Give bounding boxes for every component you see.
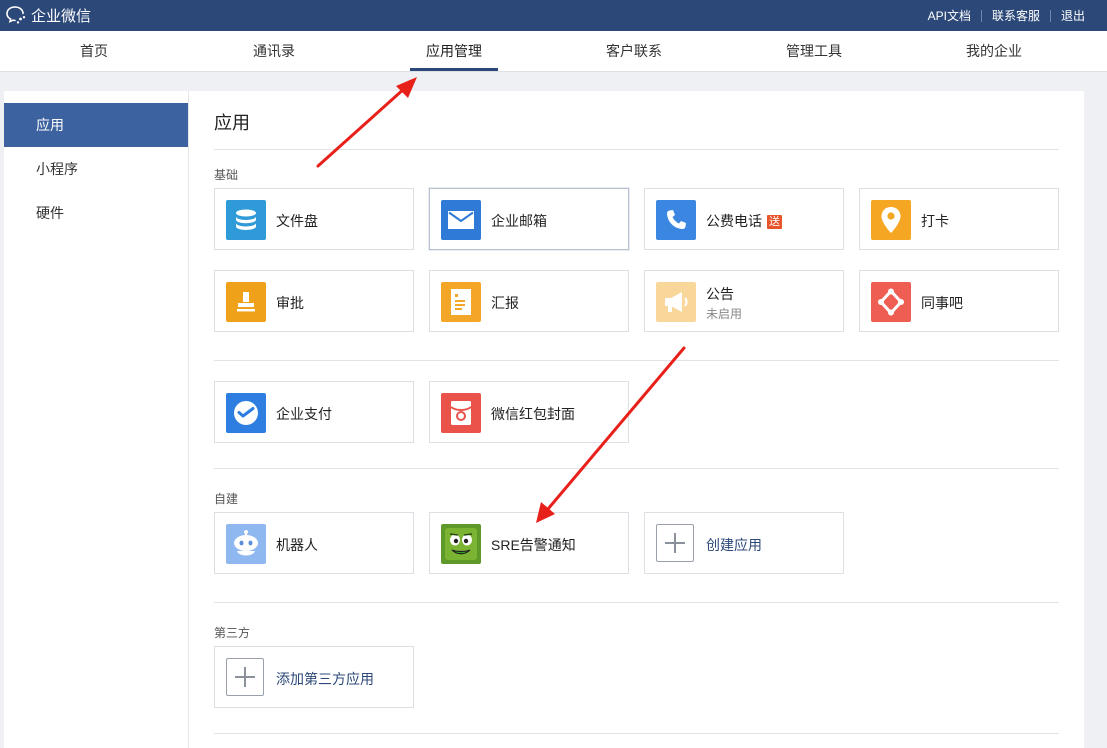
payment-icon bbox=[226, 393, 266, 433]
separator bbox=[1049, 9, 1051, 22]
app-card-sre-alert[interactable]: SRE告警通知 bbox=[429, 512, 629, 574]
app-status: 未启用 bbox=[706, 307, 743, 321]
robot-icon bbox=[226, 524, 266, 564]
create-app-button[interactable]: 创建应用 bbox=[644, 512, 844, 574]
plus-icon bbox=[656, 524, 694, 562]
app-card-robot[interactable]: 机器人 bbox=[214, 512, 414, 574]
app-card-file-drive[interactable]: 文件盘 bbox=[214, 188, 414, 250]
divider bbox=[214, 468, 1059, 469]
nav-app-management-label: 应用管理 bbox=[426, 43, 482, 59]
add-third-party-app-button[interactable]: 添加第三方应用 bbox=[214, 646, 414, 708]
app-card-colleague-forum[interactable]: 同事吧 bbox=[859, 270, 1059, 332]
report-icon bbox=[441, 282, 481, 322]
app-name: 公告 bbox=[706, 286, 734, 302]
app-name: SRE告警通知 bbox=[491, 537, 576, 553]
logout-link[interactable]: 退出 bbox=[1061, 7, 1085, 24]
app-card-approval[interactable]: 审批 bbox=[214, 270, 414, 332]
section-label-custom: 自建 bbox=[214, 492, 239, 506]
app-name: 机器人 bbox=[276, 537, 318, 553]
sidebar-item-mini-programs[interactable]: 小程序 bbox=[4, 147, 188, 191]
gift-badge: 送 bbox=[767, 215, 782, 229]
nav-home[interactable]: 首页 bbox=[60, 31, 128, 71]
divider bbox=[214, 602, 1059, 603]
app-name: 同事吧 bbox=[921, 295, 963, 311]
nav-contacts[interactable]: 通讯录 bbox=[240, 31, 308, 71]
active-tab-indicator bbox=[410, 68, 498, 71]
app-name: 文件盘 bbox=[276, 213, 318, 229]
nav-my-company[interactable]: 我的企业 bbox=[950, 31, 1038, 71]
network-icon bbox=[871, 282, 911, 322]
plus-icon bbox=[226, 658, 264, 696]
app-card-announcement[interactable]: 公告 未启用 bbox=[644, 270, 844, 332]
nav-management-tools[interactable]: 管理工具 bbox=[770, 31, 858, 71]
app-card-enterprise-mail[interactable]: 企业邮箱 bbox=[429, 188, 629, 250]
app-card-report[interactable]: 汇报 bbox=[429, 270, 629, 332]
mail-icon bbox=[441, 200, 481, 240]
app-name: 审批 bbox=[276, 295, 304, 311]
contact-support-link[interactable]: 联系客服 bbox=[992, 7, 1040, 24]
brand[interactable]: 企业微信 bbox=[5, 5, 91, 25]
app-name-with-badge: 公费电话送 bbox=[706, 211, 782, 231]
location-pin-icon bbox=[871, 200, 911, 240]
page-title: 应用 bbox=[214, 113, 250, 133]
api-docs-link[interactable]: API文档 bbox=[928, 7, 971, 24]
app-name: 企业支付 bbox=[276, 406, 332, 422]
app-name: 微信红包封面 bbox=[491, 406, 575, 422]
top-bar: 企业微信 API文档 联系客服 退出 bbox=[0, 0, 1107, 31]
top-links: API文档 联系客服 退出 bbox=[928, 0, 1085, 31]
database-icon bbox=[226, 200, 266, 240]
divider bbox=[214, 360, 1059, 361]
megaphone-icon bbox=[656, 282, 696, 322]
app-card-enterprise-pay[interactable]: 企业支付 bbox=[214, 381, 414, 443]
green-monster-icon bbox=[441, 524, 481, 564]
app-card-public-phone[interactable]: 公费电话送 bbox=[644, 188, 844, 250]
nav-app-management[interactable]: 应用管理 bbox=[410, 31, 498, 71]
app-list-panel: 应用 基础 文件盘 企业邮箱 公费电话送 打卡 审批 汇报 公告 未启用 同事吧… bbox=[189, 91, 1084, 748]
divider bbox=[214, 733, 1059, 734]
app-card-red-packet-cover[interactable]: 微信红包封面 bbox=[429, 381, 629, 443]
phone-icon bbox=[656, 200, 696, 240]
red-packet-icon bbox=[441, 393, 481, 433]
separator bbox=[980, 9, 982, 22]
create-app-label: 创建应用 bbox=[706, 537, 762, 553]
add-third-party-app-label: 添加第三方应用 bbox=[276, 671, 374, 687]
section-label-third-party: 第三方 bbox=[214, 626, 251, 640]
main-nav: 首页 通讯录 应用管理 客户联系 管理工具 我的企业 bbox=[0, 31, 1107, 72]
nav-customer-contact[interactable]: 客户联系 bbox=[590, 31, 678, 71]
stamp-icon bbox=[226, 282, 266, 322]
app-name: 打卡 bbox=[921, 213, 949, 229]
wecom-logo-icon bbox=[6, 6, 26, 24]
brand-name: 企业微信 bbox=[31, 7, 92, 25]
app-name: 企业邮箱 bbox=[491, 213, 547, 229]
divider bbox=[214, 149, 1059, 150]
sidebar: 应用 小程序 硬件 bbox=[4, 91, 189, 748]
app-name: 公费电话 bbox=[706, 213, 762, 229]
app-name: 汇报 bbox=[491, 295, 519, 311]
sidebar-item-hardware[interactable]: 硬件 bbox=[4, 191, 188, 235]
sidebar-item-apps[interactable]: 应用 bbox=[4, 103, 188, 147]
section-label-basic: 基础 bbox=[214, 168, 239, 182]
app-card-checkin[interactable]: 打卡 bbox=[859, 188, 1059, 250]
